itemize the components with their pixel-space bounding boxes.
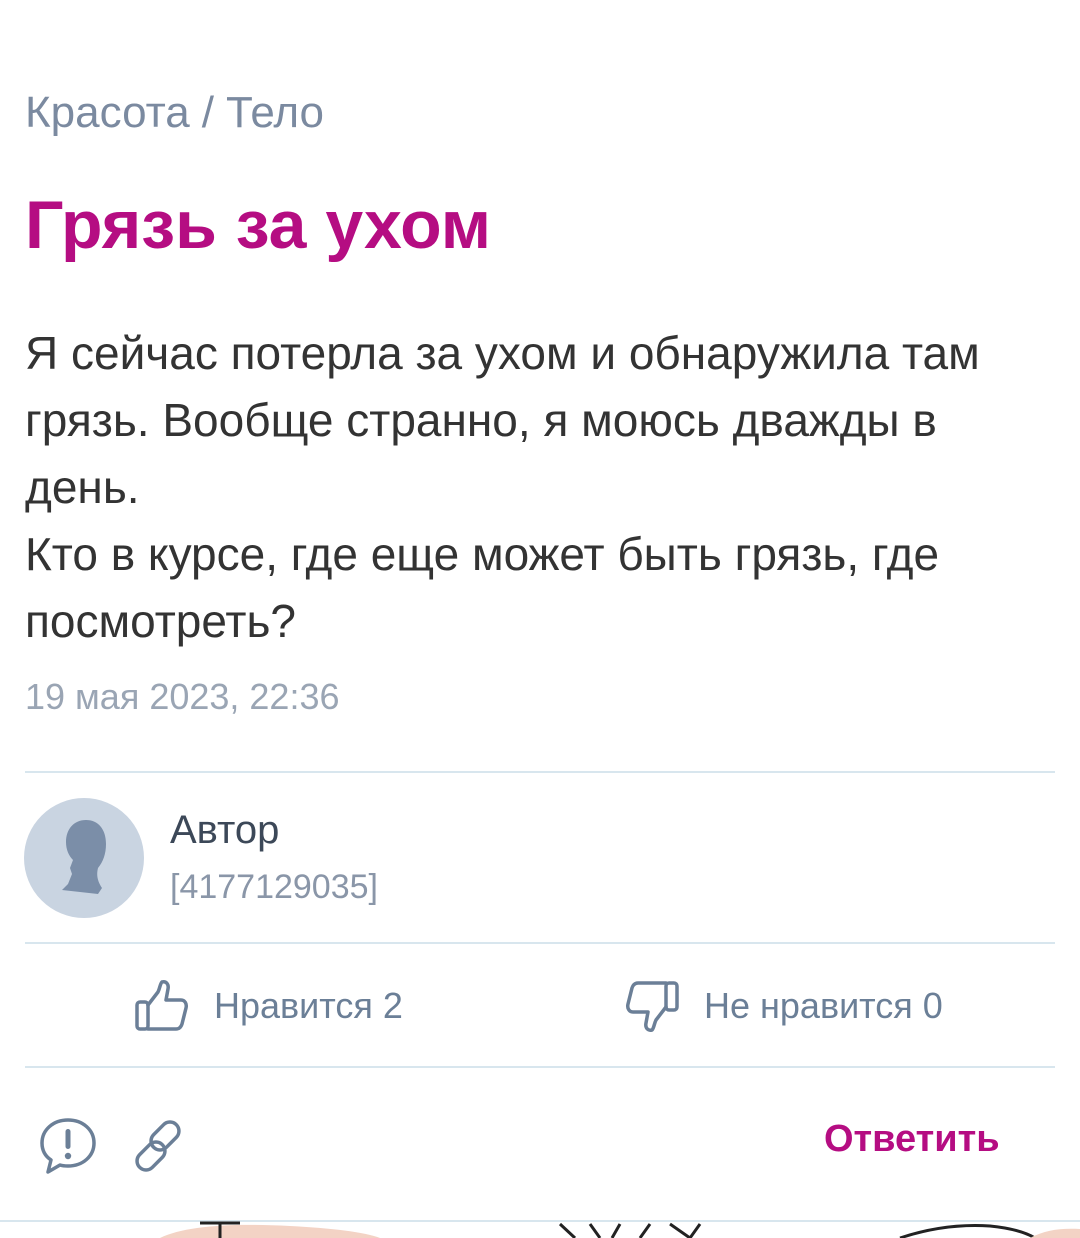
report-icon xyxy=(40,1118,96,1174)
breadcrumb: Красота / Тело xyxy=(25,88,324,138)
dislike-button[interactable]: Не нравится 0 xyxy=(624,978,943,1034)
breadcrumb-category-link[interactable]: Красота xyxy=(25,88,190,137)
post-timestamp: 19 мая 2023, 22:36 xyxy=(25,676,340,717)
post-body: Я сейчас потерла за ухом и обнаружила та… xyxy=(25,320,1055,655)
thumbs-up-icon xyxy=(135,980,188,1031)
decorative-illustration xyxy=(0,1220,1080,1238)
post-page: Красота / Тело Грязь за ухом Я сейчас поте… xyxy=(0,0,1080,1238)
divider xyxy=(25,1066,1055,1068)
divider xyxy=(25,771,1055,773)
post-body-paragraph: Я сейчас потерла за ухом и обнаружила та… xyxy=(25,327,980,513)
post-title: Грязь за ухом xyxy=(25,187,492,263)
author-name[interactable]: Автор xyxy=(170,808,279,853)
link-icon xyxy=(135,1120,181,1172)
divider xyxy=(25,942,1055,944)
author-id: [4177129035] xyxy=(170,868,378,906)
like-label: Нравится 2 xyxy=(214,985,403,1026)
user-silhouette-icon xyxy=(62,820,106,894)
decorative-banner-edge xyxy=(0,1220,1080,1238)
copy-link-button[interactable] xyxy=(128,1116,188,1176)
breadcrumb-separator: / xyxy=(201,88,214,137)
reply-button[interactable]: Ответить xyxy=(824,1118,1000,1161)
report-button[interactable] xyxy=(38,1116,98,1176)
breadcrumb-subcategory-link[interactable]: Тело xyxy=(226,88,324,137)
like-button[interactable]: Нравится 2 xyxy=(134,978,403,1034)
thumbs-down-icon xyxy=(626,981,679,1032)
post-body-paragraph: Кто в курсе, где еще может быть грязь, г… xyxy=(25,528,940,647)
dislike-label: Не нравится 0 xyxy=(704,985,943,1026)
author-avatar[interactable] xyxy=(24,798,144,918)
